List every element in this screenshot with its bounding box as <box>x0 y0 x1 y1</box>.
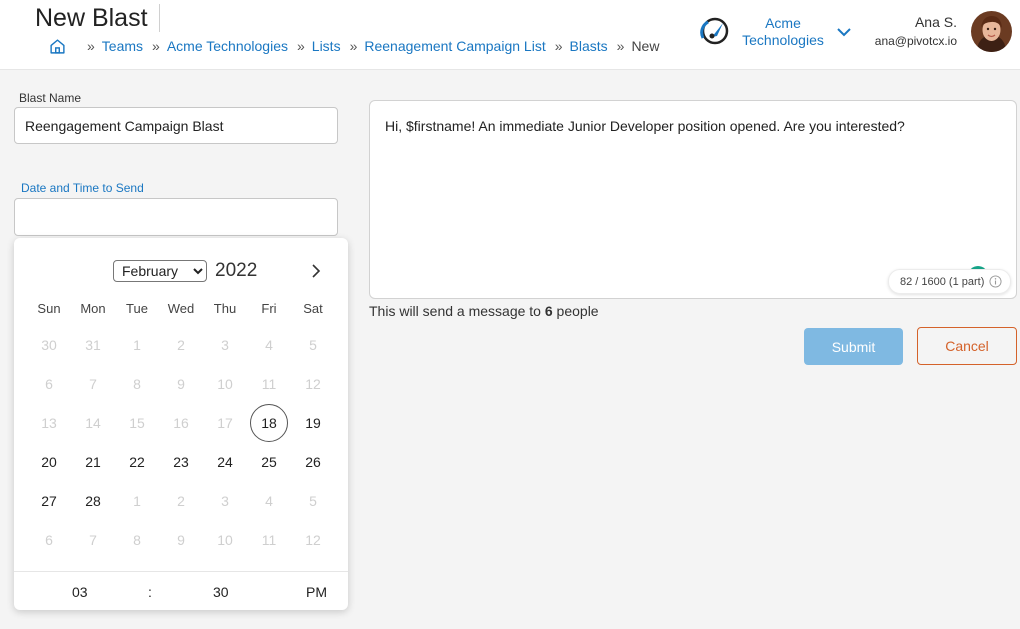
calendar-day[interactable]: 20 <box>30 443 68 481</box>
calendar-day[interactable]: 28 <box>74 482 112 520</box>
calendar-day: 1 <box>133 337 141 353</box>
breadcrumb-separator: » <box>349 38 358 54</box>
top-header: New Blast » Teams » Acme Technologies » … <box>0 0 1020 70</box>
calendar-day: 16 <box>173 415 189 431</box>
breadcrumb-blasts[interactable]: Blasts <box>570 38 608 54</box>
user-name: Ana S. <box>914 14 957 30</box>
breadcrumb-teams[interactable]: Teams <box>102 38 143 54</box>
page-title: New Blast <box>35 4 148 32</box>
calendar-day: 2 <box>177 337 185 353</box>
calendar-day: 6 <box>45 532 53 548</box>
calendar-day: 8 <box>133 376 141 392</box>
org-switcher-name[interactable]: Acme Technologies <box>738 15 828 49</box>
calendar-day: 3 <box>221 337 229 353</box>
calendar-day[interactable]: 19 <box>294 404 332 442</box>
calendar-day[interactable]: 23 <box>162 443 200 481</box>
time-ampm[interactable]: PM <box>306 584 327 600</box>
calendar-day: 11 <box>261 532 277 548</box>
date-picker-popup: February 2022 30 31 1 2 3 4 5 6 7 8 9 10 11 12 13 14 15 1… <box>14 238 348 610</box>
calendar-day[interactable]: 26 <box>294 443 332 481</box>
calendar-day: 6 <box>45 376 53 392</box>
avatar[interactable] <box>971 11 1012 52</box>
breadcrumb-separator: » <box>296 38 305 54</box>
recipients-count: 6 <box>544 303 553 319</box>
blast-name-input[interactable] <box>14 107 338 144</box>
time-minute[interactable]: 30 <box>213 584 229 600</box>
chevron-right-icon[interactable] <box>308 263 324 279</box>
weekday-label: Tue <box>126 301 148 316</box>
calendar-day: 30 <box>41 337 57 353</box>
cancel-button[interactable]: Cancel <box>917 327 1017 365</box>
weekday-label: Sat <box>303 301 323 316</box>
breadcrumb-separator: » <box>554 38 563 54</box>
calendar-day: 17 <box>217 415 233 431</box>
calendar-day: 7 <box>89 532 97 548</box>
calendar-day: 11 <box>261 376 277 392</box>
calendar-day: 4 <box>265 493 273 509</box>
month-select[interactable]: February <box>113 260 207 282</box>
breadcrumb-current: New <box>631 38 660 54</box>
weekday-label: Wed <box>167 301 195 316</box>
blast-name-label: Blast Name <box>19 91 82 105</box>
calendar-day: 12 <box>305 532 321 548</box>
user-email: ana@pivotcx.io <box>874 34 957 48</box>
breadcrumb: » Teams » Acme Technologies » Lists » Re… <box>49 37 659 55</box>
calendar-day: 13 <box>41 415 57 431</box>
time-hour[interactable]: 03 <box>72 584 88 600</box>
calendar-day: 4 <box>265 337 273 353</box>
calendar-day: 9 <box>177 532 185 548</box>
weekday-label: Thu <box>213 301 237 316</box>
calendar-day: 9 <box>177 376 185 392</box>
title-divider <box>159 4 160 32</box>
recipients-prefix: This will send a message to <box>369 303 545 319</box>
calendar-day[interactable]: 22 <box>118 443 156 481</box>
weekday-label: Sun <box>37 301 61 316</box>
message-text: Hi, $firstname! An immediate Junior Deve… <box>385 118 905 134</box>
breadcrumb-separator: » <box>87 38 95 54</box>
calendar-day[interactable]: 27 <box>30 482 68 520</box>
time-divider <box>14 571 348 572</box>
character-counter: 82 / 1600 (1 part) <box>888 269 1012 294</box>
calendar-day[interactable]: 24 <box>206 443 244 481</box>
recipients-summary: This will send a message to 6 people <box>369 303 599 319</box>
calendar-day: 8 <box>133 532 141 548</box>
calendar-day[interactable]: 21 <box>74 443 112 481</box>
calendar-day: 2 <box>177 493 185 509</box>
org-name-line2: Technologies <box>742 32 824 48</box>
time-separator: : <box>148 584 152 600</box>
home-icon[interactable] <box>49 38 66 55</box>
breadcrumb-list[interactable]: Reenagement Campaign List <box>364 38 545 54</box>
org-name-line1: Acme <box>765 15 801 31</box>
breadcrumb-team[interactable]: Acme Technologies <box>167 38 288 54</box>
calendar-day: 5 <box>309 337 317 353</box>
date-time-input[interactable] <box>14 198 338 236</box>
calendar-day: 31 <box>85 337 101 353</box>
breadcrumb-lists[interactable]: Lists <box>312 38 341 54</box>
date-time-label: Date and Time to Send <box>21 181 144 195</box>
calendar-day: 5 <box>309 493 317 509</box>
weekday-label: Fri <box>261 301 277 316</box>
calendar-day: 10 <box>217 532 233 548</box>
calendar-day: 1 <box>133 493 141 509</box>
calendar-day-selected[interactable]: 18 <box>250 404 288 442</box>
calendar-day: 10 <box>217 376 233 392</box>
character-counter-text: 82 / 1600 (1 part) <box>900 275 985 288</box>
weekday-label: Mon <box>80 301 106 316</box>
calendar-day: 14 <box>85 415 101 431</box>
breadcrumb-separator: » <box>152 38 160 54</box>
breadcrumb-separator: » <box>616 38 625 54</box>
calendar-day: 7 <box>89 376 97 392</box>
calendar-year: 2022 <box>215 260 258 281</box>
calendar-day: 3 <box>221 493 229 509</box>
org-logo-icon <box>700 17 729 45</box>
submit-button[interactable]: Submit <box>804 328 903 365</box>
recipients-suffix: people <box>552 303 599 319</box>
info-icon[interactable] <box>989 275 1002 288</box>
calendar-day: 15 <box>129 415 145 431</box>
calendar-day: 12 <box>305 376 321 392</box>
calendar-day[interactable]: 25 <box>250 443 288 481</box>
chevron-down-icon[interactable] <box>836 24 852 40</box>
